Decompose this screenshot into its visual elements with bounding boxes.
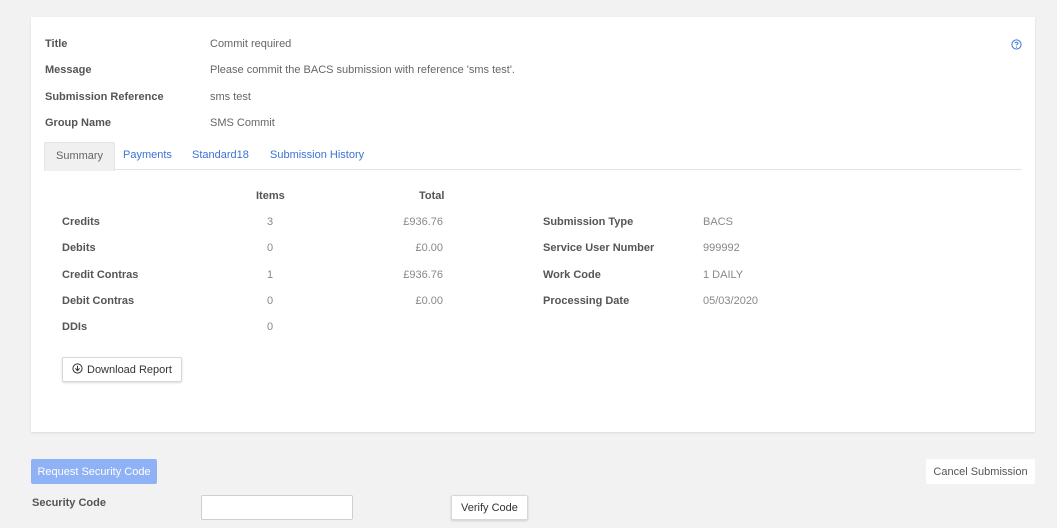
row-total-debits: £0.00 xyxy=(415,242,443,254)
info-row-group: Group Name SMS Commit xyxy=(45,116,275,130)
row-items-debits: 0 xyxy=(266,242,274,254)
row-label-debits: Debits xyxy=(62,242,96,254)
reference-value: sms test xyxy=(210,91,251,103)
info-row-message: Message Please commit the BACS submissio… xyxy=(45,63,515,77)
detail-value-submission-type: BACS xyxy=(703,216,733,228)
group-label: Group Name xyxy=(45,117,112,129)
row-items-credits: 3 xyxy=(266,216,274,228)
submission-card: Title Commit required Message Please com… xyxy=(31,17,1035,432)
info-row-title: Title Commit required xyxy=(45,37,291,51)
row-total-debit-contras: £0.00 xyxy=(415,295,443,307)
cancel-submission-button[interactable]: Cancel Submission xyxy=(926,459,1035,484)
row-label-credit-contras: Credit Contras xyxy=(62,269,139,281)
detail-label-service-user-number: Service User Number xyxy=(543,242,655,254)
detail-value-processing-date: 05/03/2020 xyxy=(703,295,759,307)
items-header: Items xyxy=(256,190,285,202)
row-label-ddis: DDIs xyxy=(62,321,88,333)
title-value: Commit required xyxy=(210,38,292,50)
download-icon xyxy=(72,362,83,377)
tab-payments[interactable]: Payments xyxy=(123,142,172,170)
row-total-credits: £936.76 xyxy=(403,216,443,228)
security-code-input[interactable] xyxy=(201,495,353,520)
group-value: SMS Commit xyxy=(210,117,275,129)
row-label-credits: Credits xyxy=(62,216,100,228)
detail-value-service-user-number: 999992 xyxy=(703,242,740,254)
tab-summary[interactable]: Summary xyxy=(44,142,116,171)
message-value: Please commit the BACS submission with r… xyxy=(210,64,515,76)
detail-value-work-code: 1 DAILY xyxy=(703,269,744,281)
download-report-label: Download Report xyxy=(87,363,172,376)
row-items-debit-contras: 0 xyxy=(266,295,274,307)
message-label: Message xyxy=(45,64,92,76)
row-items-credit-contras: 1 xyxy=(266,269,274,281)
detail-label-work-code: Work Code xyxy=(543,269,601,281)
reference-label: Submission Reference xyxy=(45,91,164,103)
row-items-ddis: 0 xyxy=(266,321,274,333)
title-label: Title xyxy=(45,38,68,50)
row-total-credit-contras: £936.76 xyxy=(403,269,443,281)
detail-label-processing-date: Processing Date xyxy=(543,295,630,307)
tab-submission-history[interactable]: Submission History xyxy=(270,142,364,170)
info-row-reference: Submission Reference sms test xyxy=(45,90,251,104)
verify-code-button[interactable]: Verify Code xyxy=(451,495,528,520)
total-header: Total xyxy=(419,190,445,202)
security-code-label: Security Code xyxy=(32,497,106,509)
detail-label-submission-type: Submission Type xyxy=(543,216,634,228)
row-label-debit-contras: Debit Contras xyxy=(62,295,135,307)
tab-standard18[interactable]: Standard18 xyxy=(192,142,249,170)
help-icon[interactable] xyxy=(1011,39,1022,50)
tab-bar: Summary Payments Standard18 Submission H… xyxy=(44,142,1022,171)
request-security-code-button[interactable]: Request Security Code xyxy=(31,459,157,484)
download-report-button[interactable]: Download Report xyxy=(62,357,182,382)
